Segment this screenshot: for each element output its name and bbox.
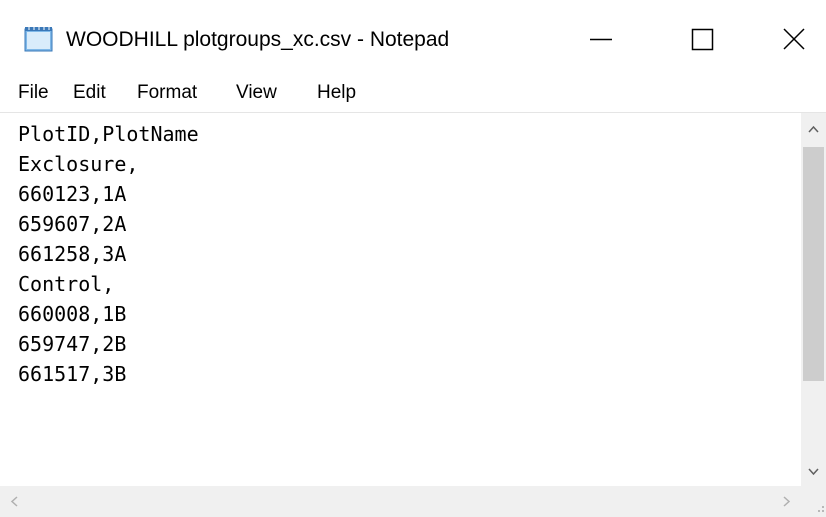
menu-format[interactable]: Format bbox=[137, 80, 197, 106]
scroll-up-button[interactable] bbox=[801, 113, 826, 143]
menu-help[interactable]: Help bbox=[317, 80, 356, 106]
scroll-down-button[interactable] bbox=[801, 457, 826, 487]
menu-edit[interactable]: Edit bbox=[73, 80, 106, 106]
horizontal-scrollbar[interactable] bbox=[0, 486, 801, 517]
window-title: WOODHILL plotgroups_xc.csv - Notepad bbox=[66, 28, 450, 51]
text-line: 660008,1B bbox=[18, 302, 127, 326]
menu-bar: File Edit Format View Help bbox=[0, 76, 826, 114]
close-icon bbox=[783, 28, 805, 50]
text-line: 661258,3A bbox=[18, 242, 127, 266]
size-grip-icon bbox=[818, 506, 824, 512]
text-line: 659607,2A bbox=[18, 212, 127, 236]
title-bar[interactable]: WOODHILL plotgroups_xc.csv - Notepad bbox=[0, 0, 826, 76]
maximize-button[interactable] bbox=[656, 0, 748, 76]
text-line: Exclosure, bbox=[18, 152, 139, 176]
minimize-button[interactable] bbox=[555, 0, 647, 76]
maximize-icon bbox=[691, 28, 714, 51]
chevron-up-icon bbox=[808, 125, 819, 133]
text-line: PlotID,PlotName bbox=[18, 122, 199, 146]
minimize-icon bbox=[590, 38, 612, 41]
menu-file[interactable]: File bbox=[18, 80, 49, 106]
text-line: 661517,3B bbox=[18, 362, 127, 386]
resize-grip[interactable] bbox=[801, 486, 826, 517]
vertical-scroll-thumb[interactable] bbox=[803, 147, 824, 381]
document-text[interactable]: PlotID,PlotName Exclosure, 660123,1A 659… bbox=[18, 119, 788, 489]
notepad-icon[interactable] bbox=[24, 26, 54, 52]
vertical-scrollbar[interactable] bbox=[801, 113, 826, 487]
notepad-window: WOODHILL plotgroups_xc.csv - Notepad Fil… bbox=[0, 0, 826, 517]
scroll-right-button[interactable] bbox=[771, 486, 801, 517]
editor-area[interactable]: PlotID,PlotName Exclosure, 660123,1A 659… bbox=[0, 112, 826, 517]
scroll-left-button[interactable] bbox=[0, 486, 30, 517]
chevron-down-icon bbox=[808, 468, 819, 476]
text-line: Control, bbox=[18, 272, 115, 296]
close-button[interactable] bbox=[740, 0, 826, 76]
text-line: 659747,2B bbox=[18, 332, 127, 356]
text-line: 660123,1A bbox=[18, 182, 127, 206]
menu-view[interactable]: View bbox=[236, 80, 277, 106]
chevron-right-icon bbox=[783, 496, 791, 507]
chevron-left-icon bbox=[10, 496, 18, 507]
